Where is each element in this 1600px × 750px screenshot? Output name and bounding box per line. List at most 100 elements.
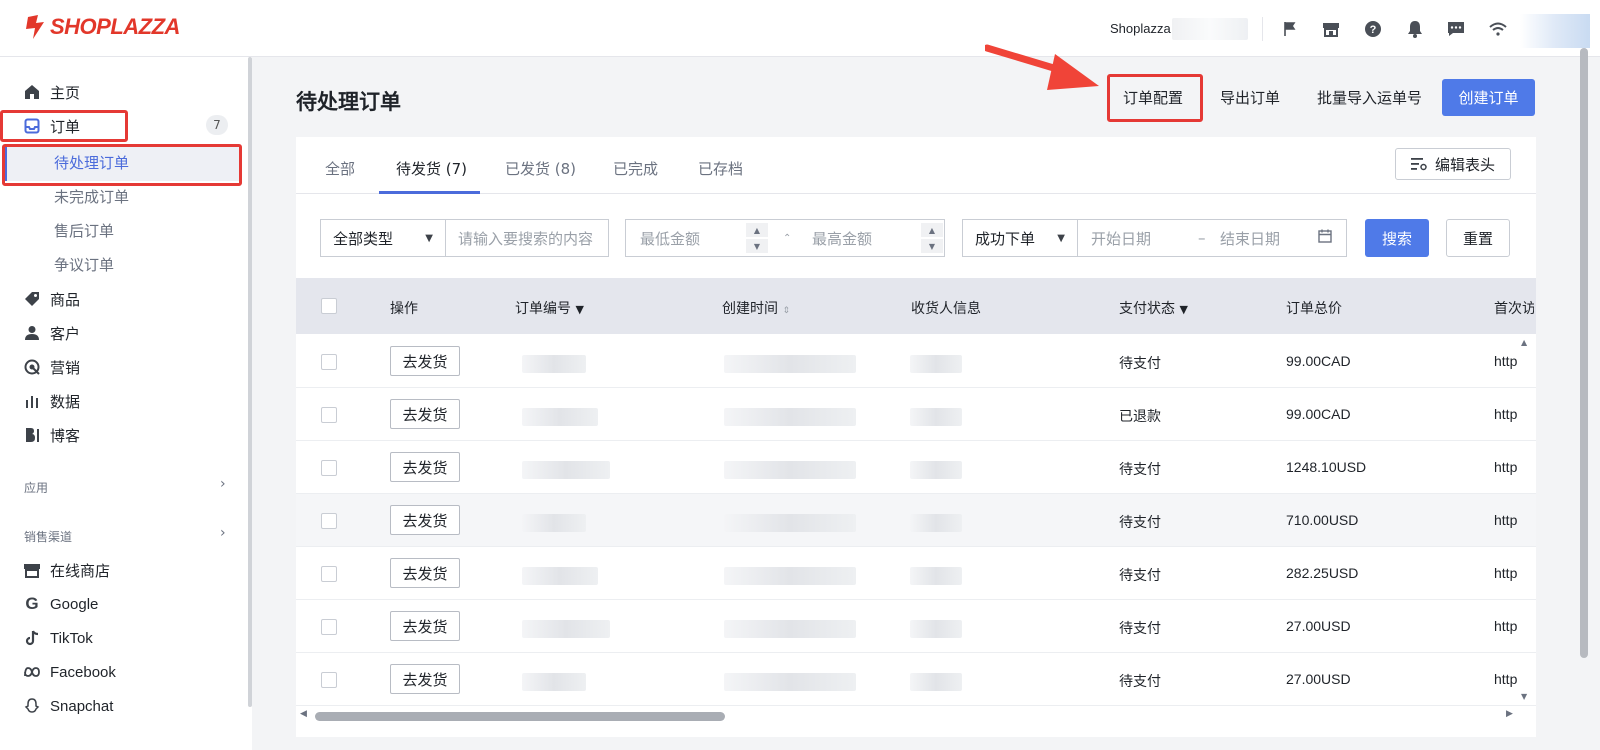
ship-order-button[interactable]: 去发货 (390, 611, 460, 641)
calendar-icon[interactable] (1318, 229, 1332, 247)
table-scroll-down-icon[interactable]: ▼ (1521, 692, 1527, 701)
store-icon[interactable] (1319, 17, 1343, 41)
bell-icon[interactable] (1403, 17, 1427, 41)
amount-range-input[interactable]: 最低金额 ▲ ▼ ⌃ 最高金额 ▲ ▼ (625, 219, 945, 257)
column-header-payment-status[interactable]: 支付状态 ▼ (1119, 298, 1188, 318)
sidebar-item-facebook[interactable]: Facebook (0, 655, 240, 689)
min-amount-placeholder[interactable]: 最低金额 (640, 228, 700, 249)
channels-section-title[interactable]: 销售渠道 (24, 528, 72, 545)
sidebar-item-label: Facebook (50, 663, 116, 681)
end-date-placeholder[interactable]: 结束日期 (1220, 228, 1280, 249)
tab-all[interactable]: 全部 (325, 158, 355, 179)
row-checkbox[interactable] (321, 460, 337, 476)
page-title: 待处理订单 (296, 90, 401, 114)
sidebar-item-analytics[interactable]: 数据 (0, 384, 240, 418)
reset-button[interactable]: 重置 (1446, 219, 1510, 257)
max-amount-decrement[interactable]: ▼ (921, 239, 943, 253)
message-icon[interactable] (1444, 17, 1468, 41)
first-visit-link[interactable]: http (1494, 618, 1517, 634)
scroll-left-icon[interactable]: ◀ (300, 709, 307, 719)
max-amount-placeholder[interactable]: 最高金额 (812, 228, 872, 249)
bulk-import-tracking-button[interactable]: 批量导入运单号 (1317, 87, 1422, 108)
row-checkbox[interactable] (321, 619, 337, 635)
horizontal-scrollbar[interactable] (315, 712, 725, 721)
shoplazza-logo[interactable]: SHOPLAZZA (24, 14, 180, 40)
select-all-checkbox[interactable] (321, 298, 337, 314)
sidebar-subitem-aftersale-orders[interactable]: 售后订单 (54, 220, 114, 241)
ship-order-button[interactable]: 去发货 (390, 346, 460, 376)
column-header-label: 创建时间 (722, 301, 778, 317)
page-scrollbar[interactable] (1580, 48, 1588, 658)
sort-desc-icon[interactable]: ▼ (575, 303, 583, 316)
sidebar-item-tiktok[interactable]: TikTok (0, 621, 240, 655)
row-checkbox[interactable] (321, 672, 337, 688)
first-visit-link[interactable]: http (1494, 406, 1517, 422)
edit-columns-button[interactable]: 编辑表头 (1395, 148, 1511, 180)
scroll-right-icon[interactable]: ▶ (1506, 709, 1513, 719)
create-order-button[interactable]: 创建订单 (1442, 79, 1535, 116)
ship-order-button[interactable]: 去发货 (390, 452, 460, 482)
apps-section-title[interactable]: 应用 (24, 479, 48, 496)
order-config-button[interactable]: 订单配置 (1123, 87, 1183, 108)
first-visit-link[interactable]: http (1494, 512, 1517, 528)
bar-chart-icon (22, 391, 42, 411)
store-name[interactable]: Shoplazza (1110, 21, 1171, 36)
tab-awaiting-shipment[interactable]: 待发货 (7) (396, 158, 467, 179)
row-checkbox[interactable] (321, 354, 337, 370)
first-visit-link[interactable]: http (1494, 353, 1517, 369)
sidebar-item-marketing[interactable]: 营销 (0, 350, 240, 384)
start-date-placeholder[interactable]: 开始日期 (1091, 228, 1151, 249)
min-amount-decrement[interactable]: ▼ (746, 239, 768, 253)
order-status-select[interactable]: 成功下单 ▼ (962, 219, 1078, 257)
chevron-right-icon[interactable]: › (220, 476, 226, 492)
flag-icon[interactable] (1278, 17, 1302, 41)
sidebar-item-online-store[interactable]: 在线商店 (0, 553, 240, 587)
sidebar-item-customers[interactable]: 客户 (0, 316, 240, 350)
recipient-info-redacted (910, 461, 962, 479)
type-select[interactable]: 全部类型 ▼ (320, 219, 446, 257)
sidebar-item-google[interactable]: G Google (0, 587, 240, 621)
sort-icon[interactable]: ⇕ (782, 306, 790, 316)
filter-caret-icon[interactable]: ▼ (1179, 303, 1187, 316)
column-header-created-time[interactable]: 创建时间 ⇕ (722, 298, 790, 318)
order-number-redacted (522, 514, 586, 532)
sidebar-scrollbar[interactable] (248, 57, 252, 707)
sidebar-item-snapchat[interactable]: Snapchat (0, 689, 240, 723)
ship-order-button[interactable]: 去发货 (390, 558, 460, 588)
first-visit-link[interactable]: http (1494, 565, 1517, 581)
sidebar-item-label: TikTok (50, 629, 93, 647)
sidebar-item-products[interactable]: 商品 (0, 282, 240, 316)
column-header-order-number[interactable]: 订单编号 ▼ (515, 298, 584, 318)
tab-shipped[interactable]: 已发货 (8) (505, 158, 576, 179)
wifi-icon[interactable] (1486, 17, 1510, 41)
tab-completed[interactable]: 已完成 (613, 158, 658, 179)
chevron-right-icon[interactable]: › (220, 525, 226, 541)
date-range-input[interactable]: 开始日期 – 结束日期 (1077, 219, 1347, 257)
row-checkbox[interactable] (321, 513, 337, 529)
sidebar-item-blog[interactable]: 博客 (0, 418, 240, 452)
ship-order-button[interactable]: 去发货 (390, 399, 460, 429)
first-visit-link[interactable]: http (1494, 459, 1517, 475)
search-button[interactable]: 搜索 (1365, 219, 1429, 257)
created-time-redacted (724, 620, 856, 638)
column-header-total: 订单总价 (1286, 301, 1342, 317)
export-orders-button[interactable]: 导出订单 (1220, 87, 1280, 108)
row-checkbox[interactable] (321, 566, 337, 582)
row-checkbox[interactable] (321, 407, 337, 423)
sidebar-subitem-unfinished-orders[interactable]: 未完成订单 (54, 186, 129, 207)
first-visit-link[interactable]: http (1494, 671, 1517, 687)
order-total: 282.25USD (1286, 565, 1359, 581)
avatar[interactable] (1520, 14, 1590, 48)
ship-order-button[interactable]: 去发货 (390, 505, 460, 535)
max-amount-increment[interactable]: ▲ (921, 223, 943, 237)
order-total: 1248.10USD (1286, 459, 1367, 475)
sidebar-item-home[interactable]: 主页 (0, 75, 240, 109)
help-icon[interactable]: ? (1361, 17, 1385, 41)
ship-order-button[interactable]: 去发货 (390, 664, 460, 694)
orders-count-badge: 7 (206, 115, 228, 135)
sidebar-subitem-dispute-orders[interactable]: 争议订单 (54, 254, 114, 275)
tab-archived[interactable]: 已存档 (698, 158, 743, 179)
min-amount-increment[interactable]: ▲ (746, 223, 768, 237)
search-input[interactable]: 请输入要搜索的内容 (445, 219, 609, 257)
table-scroll-up-icon[interactable]: ▲ (1521, 338, 1527, 347)
